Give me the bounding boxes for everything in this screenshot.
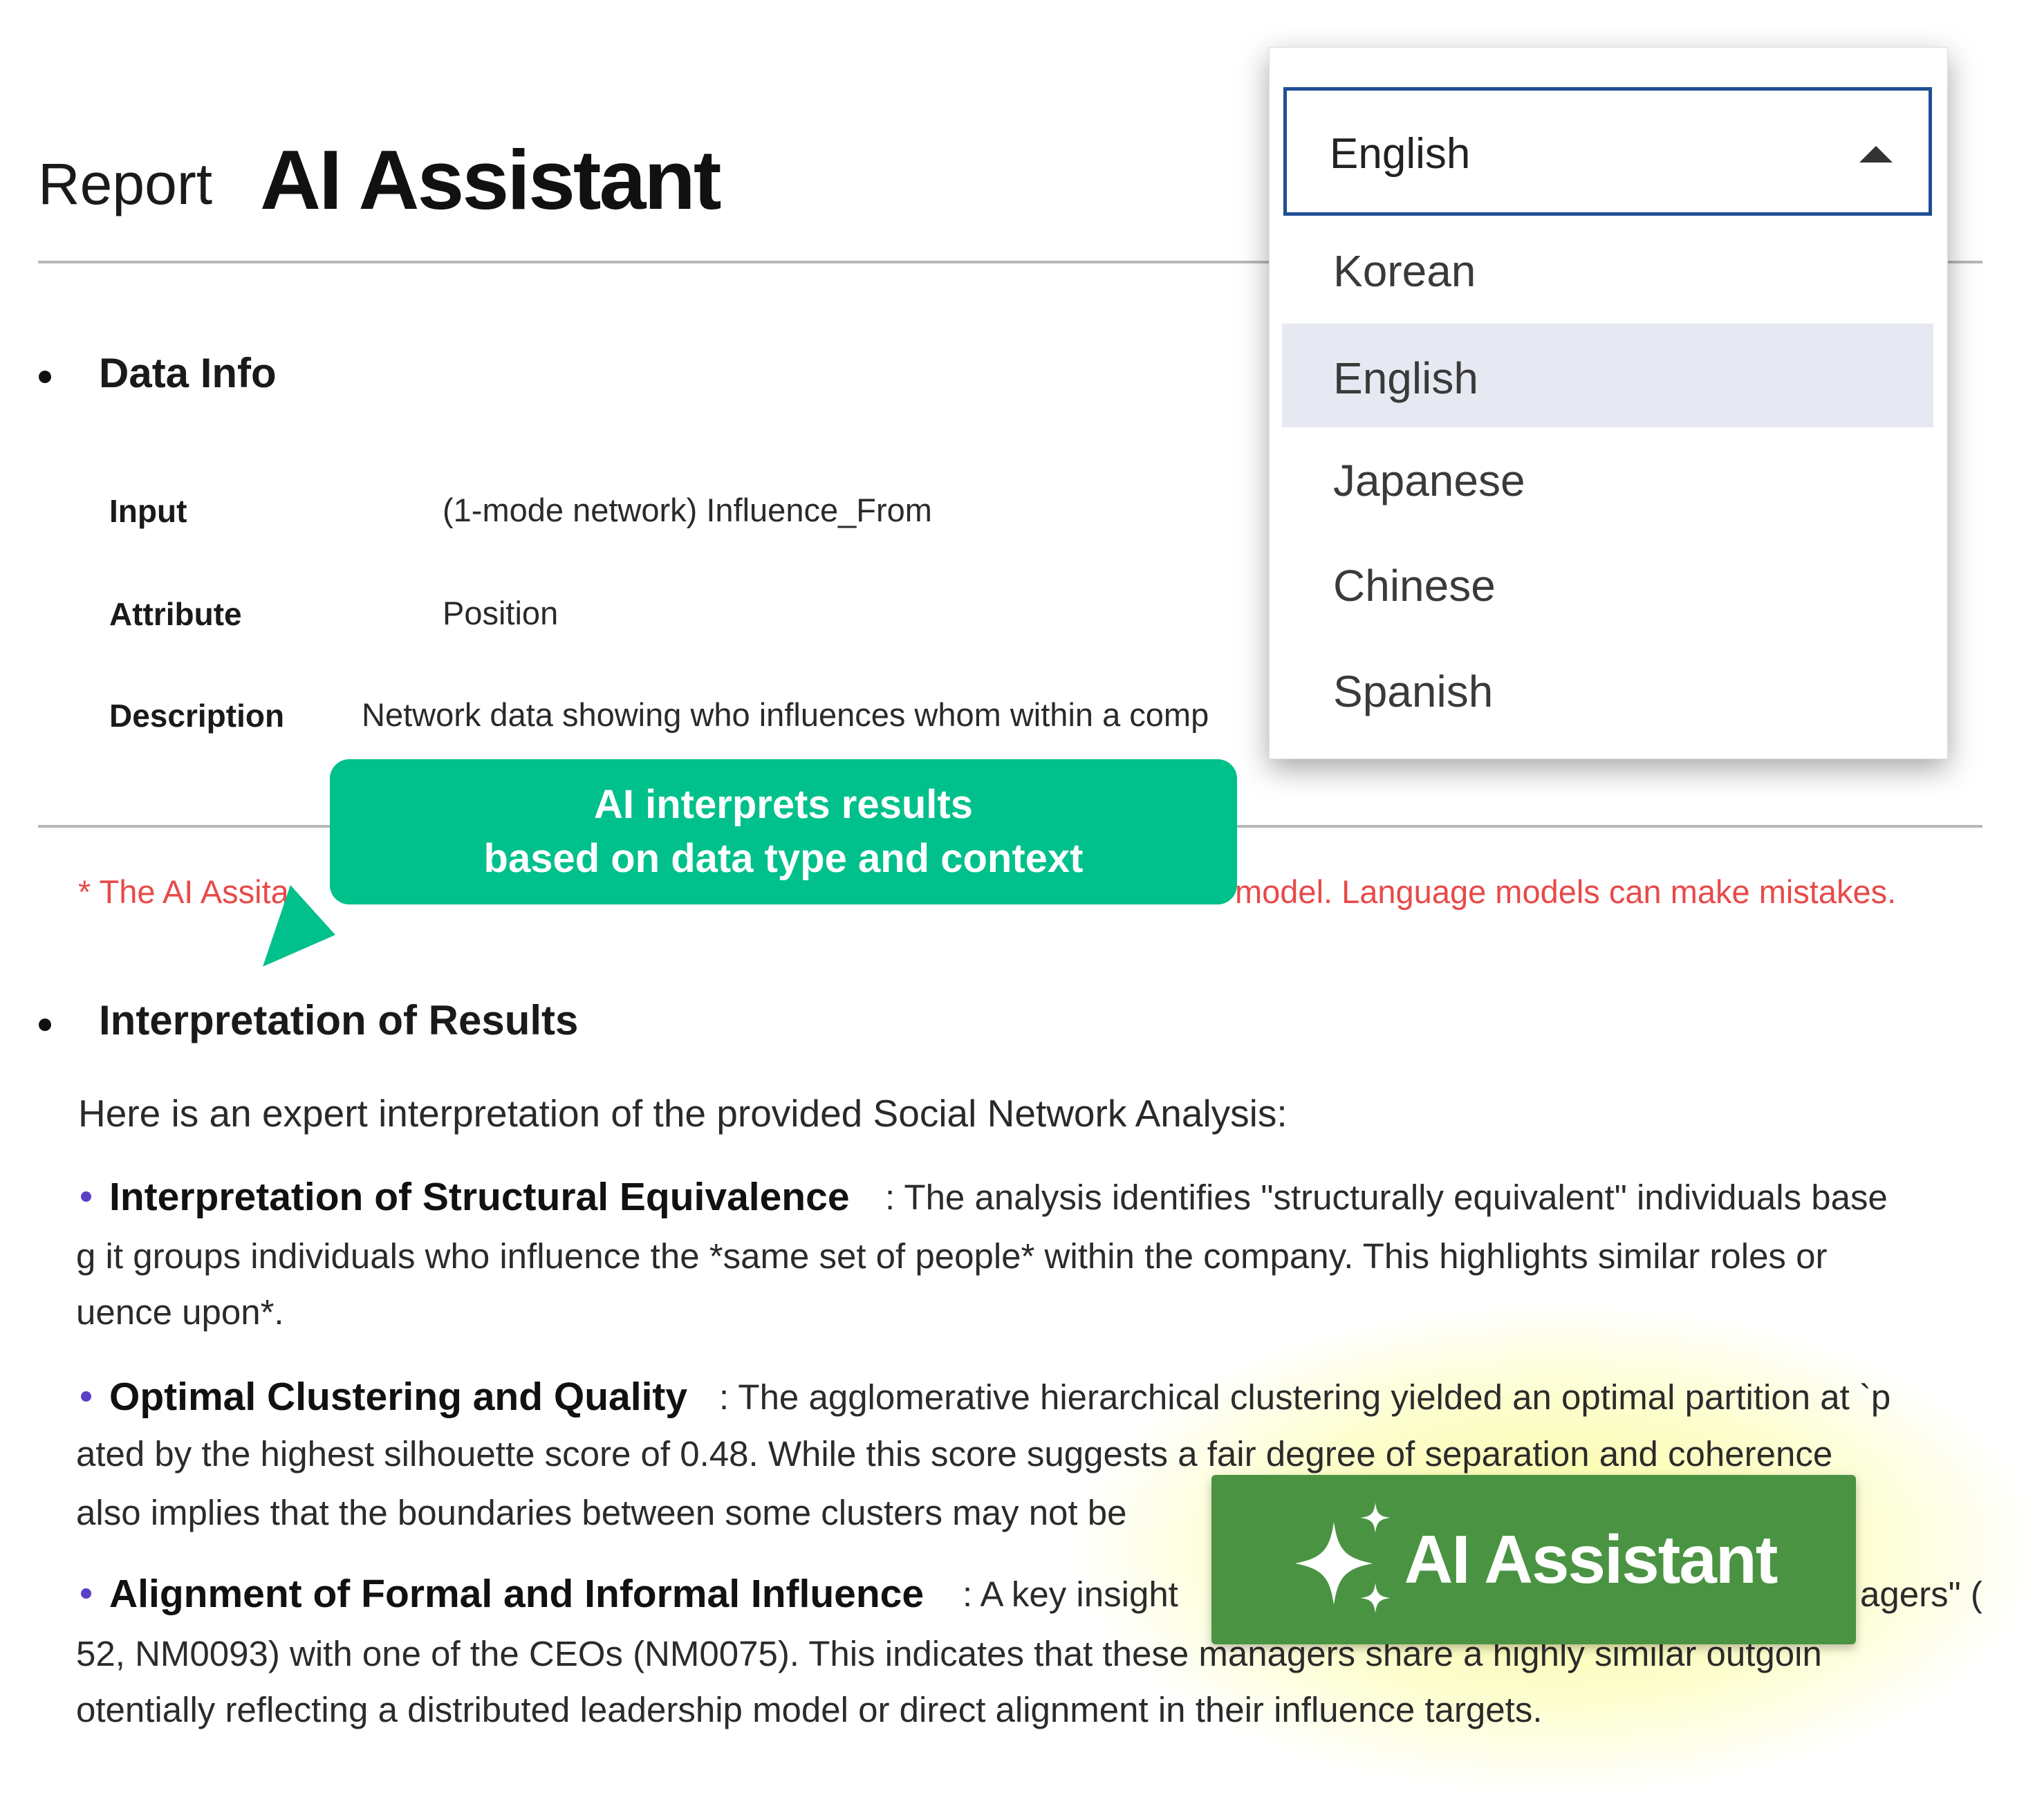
option-label: Korean xyxy=(1333,246,1476,296)
item-text: uence upon*. xyxy=(76,1292,284,1332)
description-label: Description xyxy=(109,698,285,734)
language-option-japanese[interactable]: Japanese xyxy=(1282,426,1933,530)
item-title: Interpretation of Structural Equivalence xyxy=(109,1175,850,1219)
input-value: (1-mode network) Influence_From xyxy=(443,492,932,528)
caret-up-icon xyxy=(1859,146,1893,162)
item-text: otentially reflecting a distributed lead… xyxy=(76,1690,1543,1729)
item-title: Alignment of Formal and Informal Influen… xyxy=(109,1572,925,1616)
callout-line-2: based on data type and context xyxy=(483,836,1084,881)
callout-bubble: AI interprets results based on data type… xyxy=(330,759,1237,904)
option-label: English xyxy=(1333,353,1478,403)
disclaimer-text-right: model. Language models can make mistakes… xyxy=(1235,873,1897,910)
language-select-value: English xyxy=(1330,130,1471,178)
option-label: Spanish xyxy=(1333,667,1494,716)
item-title: Optimal Clustering and Quality xyxy=(109,1375,688,1419)
ai-assistant-button[interactable]: AI Assistant xyxy=(1211,1475,1856,1644)
callout-tail xyxy=(263,885,335,967)
interpretation-intro: Here is an expert interpretation of the … xyxy=(78,1092,1288,1135)
attribute-value: Position xyxy=(443,595,559,631)
item-text: : The analysis identifies "structurally … xyxy=(885,1178,1888,1217)
item-text: : A key insight xyxy=(963,1574,1178,1614)
sparkle-icon xyxy=(1294,1502,1391,1613)
section-bullet xyxy=(39,371,51,383)
input-label: Input xyxy=(109,493,187,529)
language-option-english[interactable]: English xyxy=(1282,324,1933,427)
language-option-spanish[interactable]: Spanish xyxy=(1282,637,1933,741)
description-value: Network data showing who influences whom… xyxy=(362,696,1209,733)
disclaimer-left: * The AI Assi xyxy=(78,873,262,910)
option-label: Chinese xyxy=(1333,561,1496,611)
ai-assistant-label: AI Assistant xyxy=(1404,1521,1778,1597)
option-label: Japanese xyxy=(1333,456,1525,505)
item-text: : The agglomerative hierarchical cluster… xyxy=(719,1377,1891,1417)
language-select[interactable]: English xyxy=(1283,87,1932,216)
language-dropdown[interactable]: English Korean English Japanese Chinese … xyxy=(1269,47,1948,759)
interpretation-heading: Interpretation of Results xyxy=(99,997,579,1043)
item-text: agers" ( xyxy=(1860,1574,1982,1614)
section-bullet xyxy=(39,1019,51,1031)
callout-line-1: AI interprets results xyxy=(594,782,973,827)
item-text: ated by the highest silhouette score of … xyxy=(76,1434,1833,1474)
data-info-heading: Data Info xyxy=(99,350,277,396)
language-option-chinese[interactable]: Chinese xyxy=(1282,531,1933,635)
item-bullet xyxy=(81,1191,91,1202)
language-option-korean[interactable]: Korean xyxy=(1282,216,1933,320)
page-title: AI Assistant xyxy=(260,133,722,227)
report-label: Report xyxy=(38,151,213,216)
item-bullet xyxy=(81,1391,91,1402)
item-text: g it groups individuals who influence th… xyxy=(76,1236,1828,1276)
disclaimer-text: * The AI Assita xyxy=(78,873,289,911)
item-bullet xyxy=(81,1588,91,1599)
attribute-label: Attribute xyxy=(109,596,242,632)
